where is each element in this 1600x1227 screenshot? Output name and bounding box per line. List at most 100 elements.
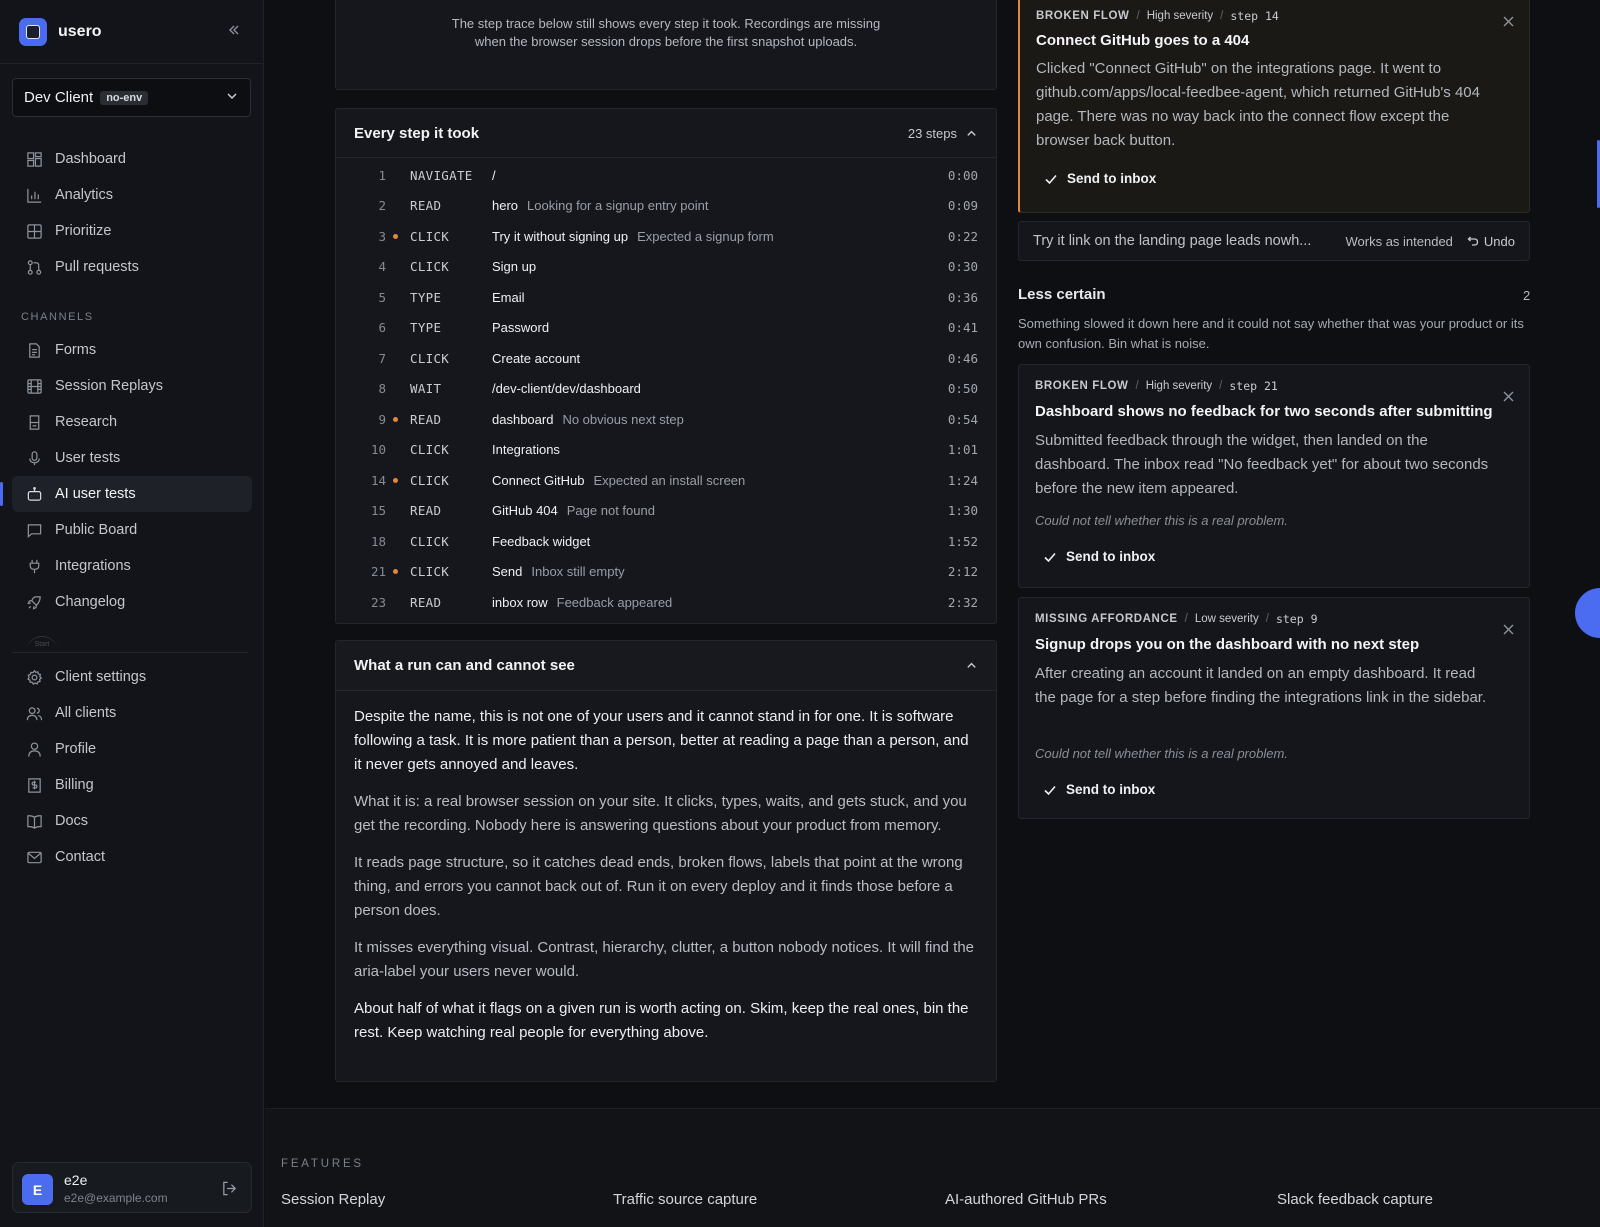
sidebar-item-prioritize[interactable]: Prioritize <box>12 213 252 249</box>
sidebar-item-analytics[interactable]: Analytics <box>12 177 252 213</box>
capabilities-body: Despite the name, this is not one of you… <box>336 691 996 1045</box>
sidebar-item-public-board[interactable]: Public Board <box>12 512 252 548</box>
step-number: 8 <box>378 381 386 396</box>
sidebar-item-contact[interactable]: Contact <box>12 839 252 875</box>
feature-ai-prs[interactable]: AI-authored GitHub PRs <box>945 1191 1107 1208</box>
sidebar-item-client-settings[interactable]: Client settings <box>12 659 252 695</box>
sidebar-item-forms[interactable]: Forms <box>12 332 252 368</box>
step-row[interactable]: 4 CLICK Sign up 0:30 <box>336 252 996 282</box>
step-target: Password <box>492 320 549 335</box>
finding-severity: Low severity <box>1194 613 1259 625</box>
env-badge: no-env <box>100 90 149 105</box>
sidebar-item-label: Forms <box>55 342 97 358</box>
sidebar-item-billing[interactable]: Billing <box>12 767 252 803</box>
capability-paragraph: About half of what it flags on a given r… <box>354 1000 969 1041</box>
capabilities-header[interactable]: What a run can and cannot see <box>336 641 996 691</box>
step-row[interactable]: 9 READ dashboard No obvious next step 0:54 <box>336 404 996 434</box>
sidebar-item-label: User tests <box>55 450 121 466</box>
capabilities-panel: What a run can and cannot see Despite th… <box>335 640 997 1082</box>
send-to-inbox-button[interactable]: Send to inbox <box>1043 549 1155 564</box>
sidebar-item-all-clients[interactable]: All clients <box>12 695 252 731</box>
step-note: Inbox still empty <box>531 564 625 579</box>
sidebar-item-label: Session Replays <box>55 378 163 394</box>
step-time: 1:01 <box>947 442 978 457</box>
step-row[interactable]: 5 TYPE Email 0:36 <box>336 282 996 312</box>
feature-session-replay[interactable]: Session Replay <box>281 1191 385 1208</box>
send-to-inbox-button[interactable]: Send to inbox <box>1044 171 1156 186</box>
step-target-label: Email <box>492 289 525 305</box>
step-row[interactable]: 21 CLICK Send Inbox still empty 2:12 <box>336 557 996 587</box>
button-label: Send to inbox <box>1066 782 1156 797</box>
sidebar-item-label: Dashboard <box>55 151 126 167</box>
sidebar-item-docs[interactable]: Docs <box>12 803 252 839</box>
step-row[interactable]: 1 NAVIGATE / 0:00 <box>336 160 996 190</box>
dashboard-icon <box>27 151 42 167</box>
chevron-up-icon[interactable] <box>965 659 978 672</box>
step-number: 21 <box>370 564 386 579</box>
step-target-label: inbox row <box>492 594 548 610</box>
sidebar-item-user-tests[interactable]: User tests <box>12 440 252 476</box>
sidebar-item-changelog[interactable]: Changelog <box>12 584 252 620</box>
feature-traffic-source[interactable]: Traffic source capture <box>613 1191 757 1208</box>
microphone-icon <box>29 450 40 465</box>
sidebar-item-label: Research <box>55 414 118 430</box>
step-row[interactable]: 14 CLICK Connect GitHub Expected an install… <box>336 465 996 495</box>
step-time: 0:46 <box>947 350 978 366</box>
step-row[interactable]: 6 TYPE Password 0:41 <box>336 313 996 343</box>
close-icon[interactable] <box>1502 390 1515 403</box>
step-time: 0:09 <box>947 198 978 213</box>
sidebar-item-label: Prioritize <box>55 223 112 239</box>
user-card[interactable]: E e2e e2e@example.com <box>12 1162 252 1213</box>
account-nav: Client settings All clients Profile Bill… <box>12 659 252 875</box>
step-row[interactable]: 7 CLICK Create account 0:46 <box>336 343 996 373</box>
client-select[interactable]: Dev Client no-env <box>12 78 251 117</box>
step-row[interactable]: 18 CLICK Feedback widget 1:52 <box>336 526 996 556</box>
step-target-label: Integrations <box>492 442 560 457</box>
step-row[interactable]: 15 READ GitHub 404 Page not found 1:30 <box>336 496 996 526</box>
recording-missing-notice: The step trace below still shows every s… <box>335 0 997 90</box>
step-action: READ <box>410 503 442 518</box>
steps-title: Every step it took <box>354 124 480 142</box>
sidebar-item-dashboard[interactable]: Dashboard <box>12 141 252 177</box>
close-icon[interactable] <box>1502 623 1515 636</box>
separator: / <box>1184 613 1188 625</box>
check-icon <box>1044 552 1056 562</box>
brand[interactable]: usero <box>19 18 102 46</box>
step-target-label: Send <box>492 564 523 579</box>
less-certain-description: Something slowed it down here and it cou… <box>1018 316 1524 351</box>
step-target: inbox row Feedback appeared <box>492 595 672 610</box>
sidebar-item-integrations[interactable]: Integrations <box>12 548 252 584</box>
close-icon[interactable] <box>1502 15 1515 28</box>
sidebar-item-label: All clients <box>55 705 117 721</box>
feedback-widget-button[interactable] <box>1575 588 1600 638</box>
chevron-up-icon[interactable] <box>965 127 978 140</box>
button-label: Send to inbox <box>1067 171 1157 186</box>
step-time: 0:00 <box>947 167 978 183</box>
step-row[interactable]: 23 READ inbox row Feedback appeared 2:32 <box>336 587 996 617</box>
chevrons-left-icon[interactable] <box>226 22 242 38</box>
step-row[interactable]: 10 CLICK Integrations 1:01 <box>336 435 996 465</box>
sidebar-item-pull-requests[interactable]: Pull requests <box>12 249 252 285</box>
feature-slack-capture[interactable]: Slack feedback capture <box>1277 1191 1433 1208</box>
check-icon <box>1045 174 1057 184</box>
step-row[interactable]: 8 WAIT/dev-client/dev/dashboard 0:50 <box>336 374 996 404</box>
finding-step: step 9 <box>1275 612 1318 626</box>
step-time: 0:41 <box>947 320 978 335</box>
step-row[interactable]: 2 READ hero Looking for a signup entry poin… <box>336 191 996 221</box>
start-indicator[interactable]: Start <box>26 636 58 652</box>
step-row[interactable]: 3 CLICK Try it without signing up Expected … <box>336 221 996 251</box>
undo-button[interactable]: Undo <box>1467 234 1515 249</box>
sidebar-item-ai-user-tests[interactable]: AI user tests <box>0 476 252 512</box>
sidebar-item-label: Public Board <box>55 522 138 538</box>
send-to-inbox-button[interactable]: Send to inbox <box>1043 782 1155 797</box>
sidebar-item-label: Client settings <box>55 669 147 685</box>
sidebar-item-label: Analytics <box>55 187 114 203</box>
sidebar-item-profile[interactable]: Profile <box>12 731 252 767</box>
step-target: GitHub 404 Page not found <box>492 503 655 518</box>
less-certain-count: 2 <box>1523 288 1531 303</box>
sidebar-item-session-replays[interactable]: Session Replays <box>12 368 252 404</box>
logout-icon[interactable] <box>221 1180 238 1197</box>
user-icon <box>28 741 41 757</box>
steps-header[interactable]: Every step it took 23 steps <box>336 109 996 158</box>
sidebar-item-research[interactable]: Research <box>12 404 252 440</box>
